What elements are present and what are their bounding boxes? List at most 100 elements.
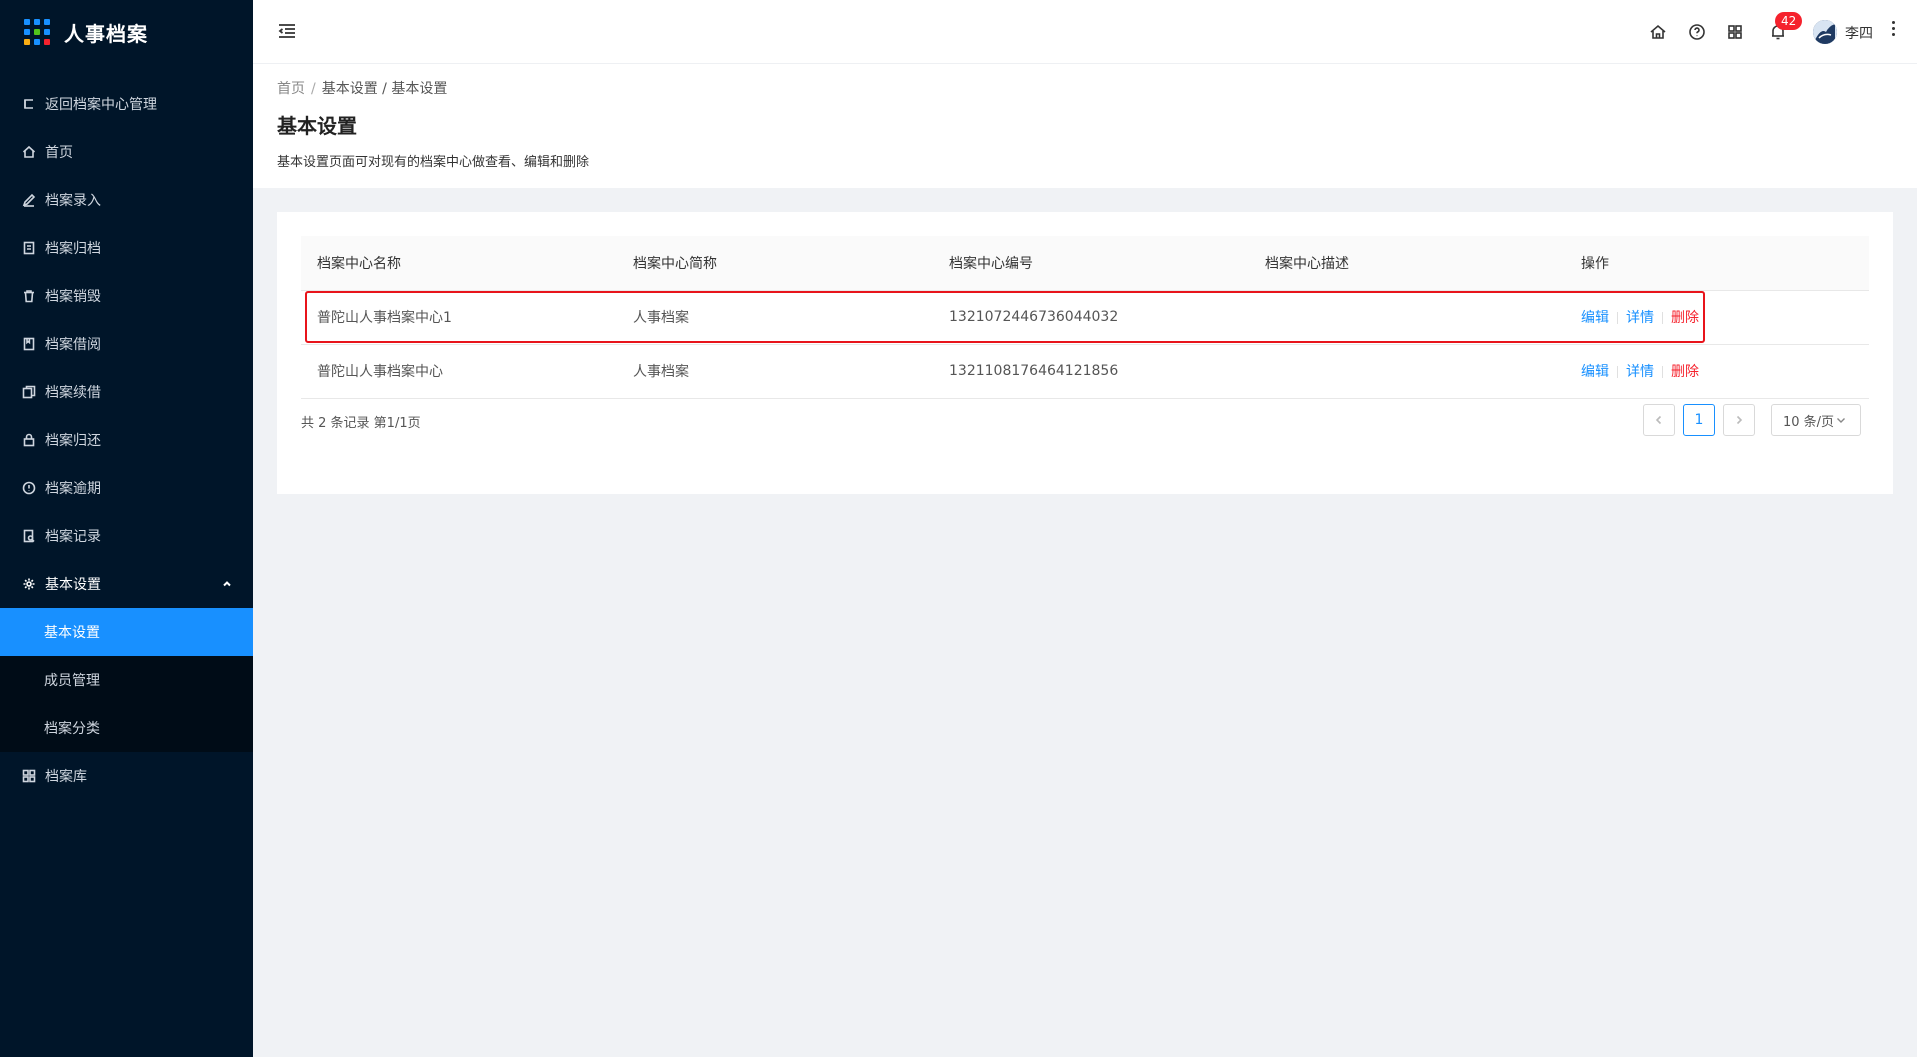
column-header: 档案中心名称 — [301, 236, 617, 291]
edit-link[interactable]: 编辑 — [1581, 364, 1609, 380]
sidebar-item-label: 档案分类 — [44, 721, 100, 737]
return-icon — [22, 97, 36, 111]
edit-link[interactable]: 编辑 — [1581, 310, 1609, 326]
sidebar-item-overdue[interactable]: 档案逾期 — [0, 464, 253, 512]
copy-icon — [22, 385, 36, 399]
sidebar-item-label: 档案续借 — [45, 385, 101, 401]
chevron-up-icon — [221, 578, 233, 590]
column-header: 档案中心编号 — [933, 236, 1249, 291]
sidebar-item-label: 首页 — [45, 145, 73, 161]
table-row: 普陀山人事档案中心 人事档案 1321108176464121856 编辑 详情 删… — [301, 344, 1869, 399]
cell-actions: 编辑 详情 删除 — [1565, 290, 1869, 345]
top-header: 42 李四 — [253, 0, 1917, 64]
brand: 人事档案 — [0, 0, 253, 64]
sidebar-item-label: 档案记录 — [45, 529, 101, 545]
sidebar-item-label: 档案销毁 — [45, 289, 101, 305]
sidebar-item-label: 档案归档 — [45, 241, 101, 257]
username[interactable]: 李四 — [1845, 23, 1873, 43]
cell-description — [1249, 344, 1565, 399]
settings-submenu: 基本设置 成员管理 档案分类 — [0, 608, 253, 752]
sidebar-subitem-categories[interactable]: 档案分类 — [0, 704, 253, 752]
delete-link[interactable]: 删除 — [1671, 364, 1699, 380]
action-divider — [1662, 366, 1663, 378]
sidebar-subitem-basic-settings[interactable]: 基本设置 — [0, 608, 253, 656]
page-title: 基本设置 — [277, 114, 357, 138]
sidebar-item-label: 基本设置 — [44, 625, 100, 641]
breadcrumb-separator: / — [311, 81, 316, 97]
apps-icon[interactable] — [1726, 23, 1744, 41]
sidebar-item-entry[interactable]: 档案录入 — [0, 176, 253, 224]
archive-center-card: 档案中心名称 档案中心简称 档案中心编号 档案中心描述 操作 普陀山人事档案中心… — [277, 212, 1893, 494]
sidebar-item-label: 档案借阅 — [45, 337, 101, 353]
cell-actions: 编辑 详情 删除 — [1565, 344, 1869, 399]
sidebar-item-home[interactable]: 首页 — [0, 128, 253, 176]
app-title: 人事档案 — [64, 21, 148, 46]
breadcrumb-current: 基本设置 / 基本设置 — [321, 81, 448, 97]
trash-icon — [22, 289, 36, 303]
sidebar-item-label: 基本设置 — [45, 577, 101, 593]
avatar[interactable] — [1813, 20, 1837, 44]
more-vertical-icon[interactable] — [1889, 18, 1897, 42]
menu-fold-icon[interactable] — [277, 21, 297, 41]
next-page-button[interactable] — [1723, 404, 1755, 436]
column-header: 档案中心简称 — [617, 236, 933, 291]
home-icon[interactable] — [1649, 23, 1667, 41]
sidebar: 人事档案 返回档案中心管理 首页 档案录入 档案归档 档案销毁 档案借阅 档案续… — [0, 0, 253, 1057]
cell-name: 普陀山人事档案中心 — [301, 344, 617, 399]
column-header: 档案中心描述 — [1249, 236, 1565, 291]
notification-badge: 42 — [1775, 12, 1803, 30]
sidebar-item-return[interactable]: 返回档案中心管理 — [0, 80, 253, 128]
breadcrumb-home[interactable]: 首页 — [277, 81, 305, 97]
book-icon — [22, 337, 36, 351]
chevron-down-icon — [1837, 418, 1846, 423]
home-icon — [22, 145, 36, 159]
page-description: 基本设置页面可对现有的档案中心做查看、编辑和删除 — [277, 155, 590, 170]
action-divider — [1617, 366, 1618, 378]
sidebar-item-label: 档案逾期 — [45, 481, 101, 497]
column-header: 操作 — [1565, 236, 1869, 291]
archive-center-table: 档案中心名称 档案中心简称 档案中心编号 档案中心描述 操作 普陀山人事档案中心… — [301, 236, 1869, 399]
chevron-left-icon — [1655, 415, 1662, 425]
detail-link[interactable]: 详情 — [1626, 310, 1654, 326]
sidebar-subitem-members[interactable]: 成员管理 — [0, 656, 253, 704]
grid-icon — [22, 769, 36, 783]
sidebar-item-records[interactable]: 档案记录 — [0, 512, 253, 560]
cell-short-name: 人事档案 — [617, 344, 933, 399]
edit-icon — [22, 193, 36, 207]
sidebar-item-renew[interactable]: 档案续借 — [0, 368, 253, 416]
cell-code: 1321108176464121856 — [933, 344, 1249, 399]
total-records: 共 2 条记录 第1/1页 — [301, 416, 421, 431]
sidebar-item-label: 档案归还 — [45, 433, 101, 449]
help-icon[interactable] — [1688, 23, 1706, 41]
pagination: 1 10 条/页 — [1635, 404, 1861, 436]
lock-icon — [22, 433, 36, 447]
breadcrumb: 首页 / 基本设置 / 基本设置 — [277, 78, 1893, 100]
sidebar-item-borrow[interactable]: 档案借阅 — [0, 320, 253, 368]
action-divider — [1662, 312, 1663, 324]
sidebar-item-destroy[interactable]: 档案销毁 — [0, 272, 253, 320]
sidebar-item-label: 成员管理 — [44, 673, 100, 689]
sidebar-item-label: 返回档案中心管理 — [45, 97, 157, 113]
sidebar-item-settings[interactable]: 基本设置 — [0, 560, 253, 608]
sidebar-item-return-archive[interactable]: 档案归还 — [0, 416, 253, 464]
detail-link[interactable]: 详情 — [1626, 364, 1654, 380]
alert-icon — [22, 481, 36, 495]
prev-page-button[interactable] — [1643, 404, 1675, 436]
gear-icon — [22, 577, 36, 591]
sidebar-item-label: 档案录入 — [45, 193, 101, 209]
table-row: 普陀山人事档案中心1 人事档案 1321072446736044032 编辑 详情… — [301, 290, 1869, 345]
sidebar-menu: 返回档案中心管理 首页 档案录入 档案归档 档案销毁 档案借阅 档案续借 档案归… — [0, 80, 253, 800]
delete-link[interactable]: 删除 — [1671, 310, 1699, 326]
record-icon — [22, 529, 36, 543]
app-grid-icon — [24, 19, 50, 45]
page-size-value: 10 条/页 — [1783, 414, 1835, 430]
cell-name: 普陀山人事档案中心1 — [301, 290, 617, 345]
table-footer: 共 2 条记录 第1/1页 1 10 条/页 — [301, 404, 1869, 438]
action-divider — [1617, 312, 1618, 324]
sidebar-item-archive[interactable]: 档案归档 — [0, 224, 253, 272]
cell-short-name: 人事档案 — [617, 290, 933, 345]
page-number-button[interactable]: 1 — [1683, 404, 1715, 436]
page-size-select[interactable]: 10 条/页 — [1771, 404, 1861, 436]
cell-description — [1249, 290, 1565, 345]
sidebar-item-library[interactable]: 档案库 — [0, 752, 253, 800]
